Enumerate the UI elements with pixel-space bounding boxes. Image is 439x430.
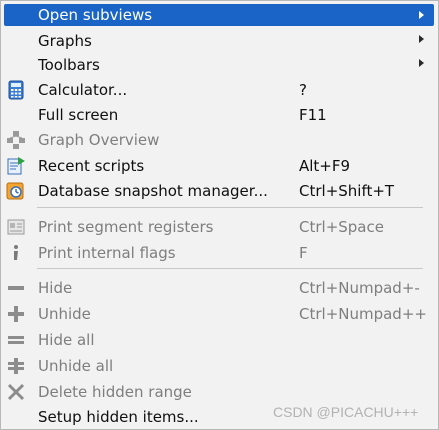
menu-item-label: Database snapshot manager... — [38, 182, 268, 200]
menu-item-full-screen[interactable]: Full screen F11 — [1, 102, 439, 128]
recent-scripts-icon — [6, 156, 26, 176]
menu-item-label: Delete hidden range — [38, 383, 192, 401]
menu-item-label: Toolbars — [38, 56, 100, 74]
menu-item-recent-scripts[interactable]: Recent scripts Alt+F9 — [1, 153, 439, 179]
menu-item-print-segment-registers[interactable]: Print segment registers Ctrl+Space — [1, 214, 439, 240]
snapshot-manager-icon — [6, 181, 26, 201]
plus-icon — [6, 304, 26, 324]
menu-item-shortcut: Ctrl+Shift+T — [299, 182, 395, 200]
menu-item-toolbars[interactable]: Toolbars — [1, 52, 439, 78]
menu-item-unhide-all[interactable]: Unhide all — [1, 353, 439, 379]
calculator-icon — [6, 80, 26, 100]
hide-all-icon — [6, 330, 26, 350]
menu-item-shortcut: F — [299, 244, 308, 262]
menu-item-graph-overview[interactable]: Graph Overview — [1, 127, 439, 153]
submenu-arrow-icon — [419, 59, 424, 67]
menu-item-label: Calculator... — [38, 81, 128, 99]
menu-item-shortcut: Alt+F9 — [299, 157, 351, 175]
menu-item-shortcut: ? — [299, 81, 307, 99]
delete-x-icon — [6, 382, 26, 402]
menu-item-label: Unhide — [38, 305, 91, 323]
menu-item-label: Print segment registers — [38, 218, 214, 236]
info-icon — [6, 243, 26, 263]
menu-item-label: Unhide all — [38, 357, 114, 375]
menu-item-hide[interactable]: Hide Ctrl+Numpad+- — [1, 275, 439, 301]
graph-overview-icon — [6, 130, 26, 150]
menu-item-open-subviews[interactable]: Open subviews — [4, 4, 434, 26]
menu-item-database-snapshot-manager[interactable]: Database snapshot manager... Ctrl+Shift+… — [1, 178, 439, 204]
menu-item-label: Print internal flags — [38, 244, 176, 262]
menu-item-graphs[interactable]: Graphs — [1, 28, 439, 54]
minus-icon — [6, 278, 26, 298]
menu-item-label: Recent scripts — [38, 157, 145, 175]
menu-item-shortcut: Ctrl+Numpad++ — [299, 305, 427, 323]
menu-item-unhide[interactable]: Unhide Ctrl+Numpad++ — [1, 301, 439, 327]
context-menu: Open subviews Graphs Toolbars Calculator… — [0, 0, 439, 430]
segment-registers-icon — [6, 217, 26, 237]
menu-item-shortcut: Ctrl+Space — [299, 218, 384, 236]
menu-item-label: Graphs — [38, 32, 92, 50]
submenu-arrow-icon — [419, 35, 424, 43]
unhide-all-icon — [6, 356, 26, 376]
menu-item-hide-all[interactable]: Hide all — [1, 327, 439, 353]
menu-item-calculator[interactable]: Calculator... ? — [1, 77, 439, 103]
menu-separator — [37, 268, 423, 269]
menu-item-label: Setup hidden items... — [38, 408, 199, 426]
menu-item-shortcut: Ctrl+Numpad+- — [299, 279, 420, 297]
menu-item-label: Hide — [38, 279, 73, 297]
menu-item-delete-hidden-range[interactable]: Delete hidden range — [1, 379, 439, 405]
menu-item-label: Hide all — [38, 331, 95, 349]
menu-item-label: Full screen — [38, 106, 119, 124]
menu-item-label: Open subviews — [38, 6, 153, 24]
menu-item-shortcut: F11 — [299, 106, 327, 124]
submenu-arrow-icon — [419, 11, 424, 19]
watermark-text: CSDN @PICACHU+++ — [273, 404, 419, 420]
menu-item-label: Graph Overview — [38, 131, 160, 149]
menu-item-print-internal-flags[interactable]: Print internal flags F — [1, 240, 439, 266]
menu-separator — [37, 207, 423, 208]
